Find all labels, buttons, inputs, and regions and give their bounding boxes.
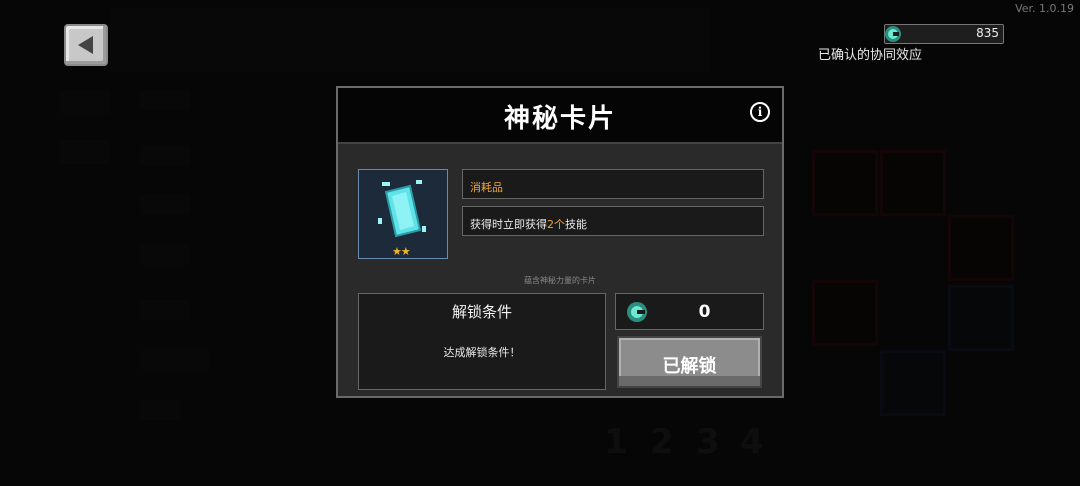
dialog-header: 神秘卡片 i — [338, 88, 782, 144]
rarity-stars: ★★ — [392, 245, 411, 258]
card-detail-dialog: 神秘卡片 i ★★ 消耗品 获得时立即获得2个技能 蕴含神秘力量的卡片 解锁条件… — [336, 86, 784, 398]
card-description: 蕴含神秘力量的卡片 — [524, 276, 596, 285]
item-effect-field: 获得时立即获得2个技能 — [462, 206, 764, 236]
unlocked-button-label: 已解锁 — [662, 356, 717, 377]
gem-count: 835 — [976, 26, 999, 40]
item-category-field: 消耗品 — [462, 169, 764, 199]
back-button[interactable] — [64, 24, 108, 66]
version-label: Ver. 1.0.19 — [1015, 2, 1074, 15]
back-arrow-icon — [78, 36, 93, 54]
gem-icon — [885, 26, 901, 42]
unlock-cost-value: 0 — [698, 302, 711, 322]
mystery-card-icon — [378, 180, 426, 238]
confirmed-synergy-link[interactable]: 已确认的协同效应 — [818, 44, 922, 63]
dialog-title: 神秘卡片 — [503, 104, 616, 134]
effect-suffix: 技能 — [565, 218, 587, 231]
unlock-condition-panel: 解锁条件 达成解锁条件！ — [358, 293, 606, 390]
effect-highlight: 2个 — [547, 218, 565, 231]
unlock-condition-text: 达成解锁条件！ — [443, 346, 521, 359]
effect-prefix: 获得时立即获得 — [470, 218, 547, 231]
unlock-cost-panel: 0 — [615, 293, 764, 330]
card-image-slot: ★★ — [358, 169, 448, 259]
unlock-condition-title: 解锁条件 — [451, 303, 512, 321]
unlocked-button[interactable]: 已解锁 — [617, 336, 762, 388]
gem-counter: 835 — [884, 24, 1004, 44]
info-icon[interactable]: i — [750, 102, 770, 122]
